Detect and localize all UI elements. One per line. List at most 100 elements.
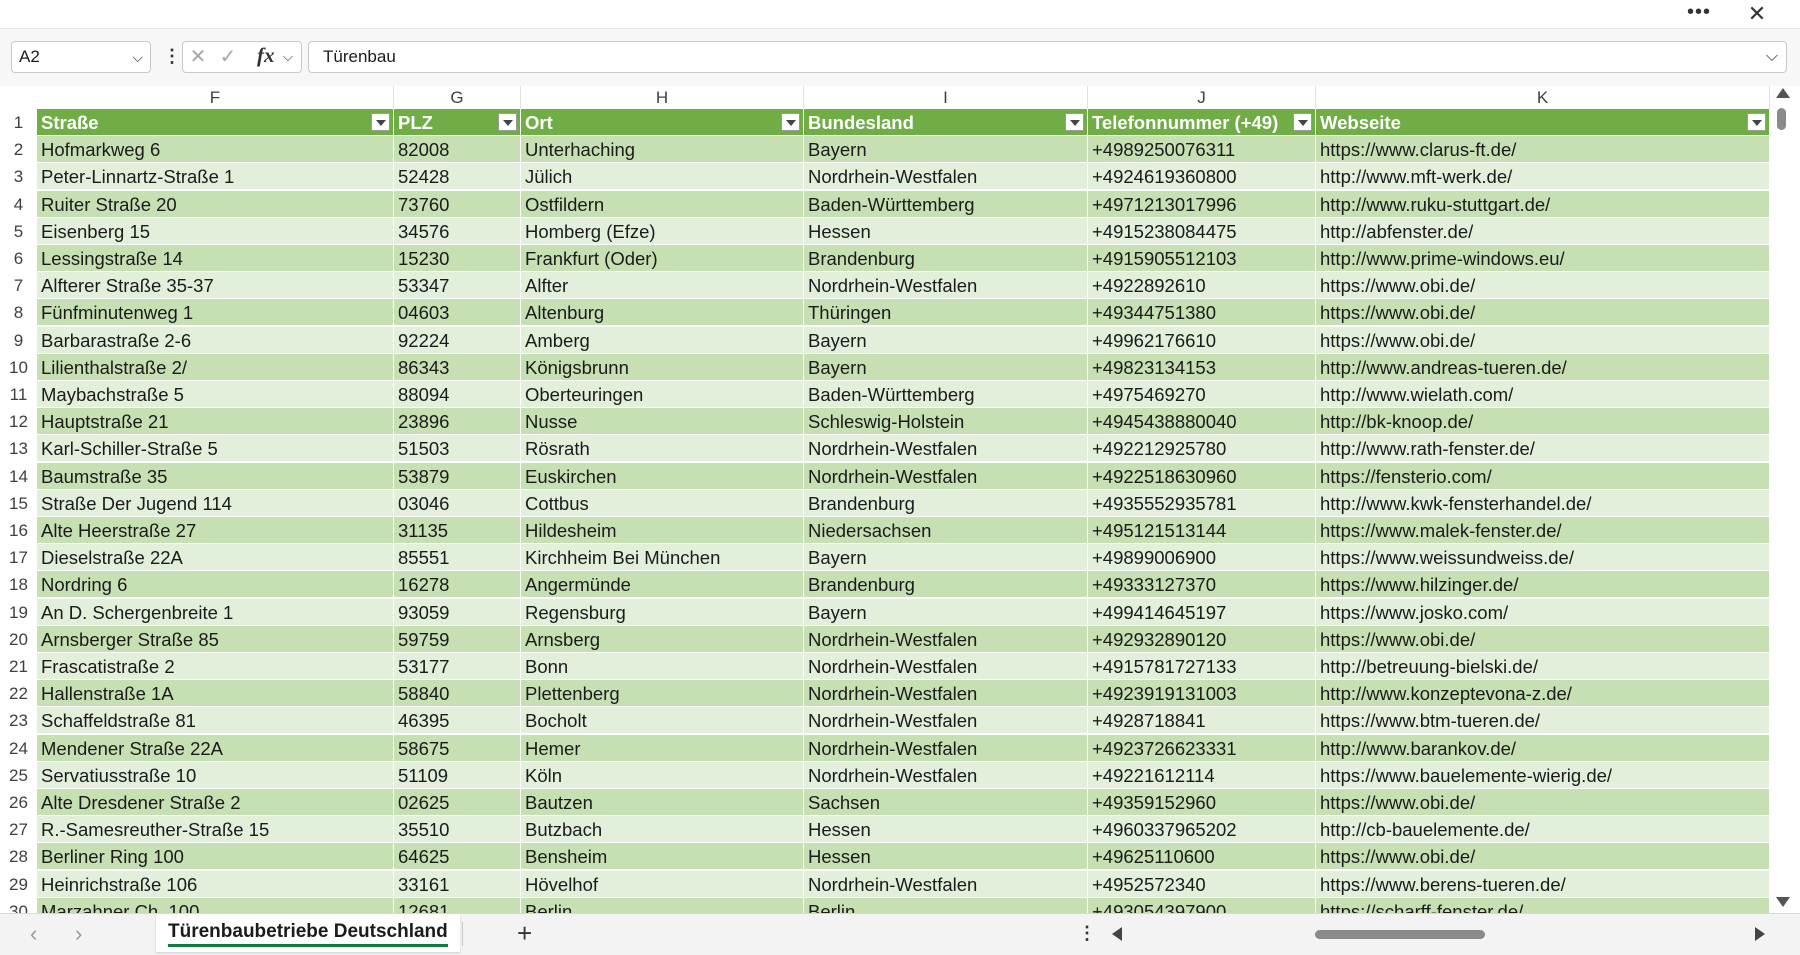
table-cell[interactable]: Brandenburg <box>804 245 1088 272</box>
column-header[interactable]: F <box>37 86 394 109</box>
table-cell[interactable]: 04603 <box>394 299 521 327</box>
table-cell[interactable]: http://www.kwk-fensterhandel.de/ <box>1316 489 1770 517</box>
table-cell[interactable]: Angermünde <box>521 571 804 599</box>
table-cell[interactable]: +4915238084475 <box>1088 217 1316 245</box>
table-cell[interactable]: Fünfminutenweg 1 <box>37 299 394 327</box>
table-cell[interactable]: 34576 <box>394 217 521 245</box>
table-cell[interactable]: https://scharff-fenster.de/ <box>1316 897 1770 913</box>
table-cell[interactable]: https://www.malek-fenster.de/ <box>1316 517 1770 544</box>
table-cell[interactable]: Hauptstraße 21 <box>37 408 394 436</box>
vertical-scroll-thumb[interactable] <box>1777 108 1786 130</box>
table-cell[interactable]: 15230 <box>394 245 521 272</box>
table-cell[interactable]: Peter-Linnartz-Straße 1 <box>37 163 394 191</box>
row-number[interactable]: 18 <box>0 571 37 599</box>
table-cell[interactable]: Köln <box>521 761 804 789</box>
table-cell[interactable]: Hessen <box>804 816 1088 844</box>
table-cell[interactable]: 73760 <box>394 190 521 218</box>
table-cell[interactable]: https://www.clarus-ft.de/ <box>1316 136 1770 164</box>
table-cell[interactable]: http://www.wielath.com/ <box>1316 381 1770 408</box>
table-cell[interactable]: Barbarastraße 2-6 <box>37 326 394 354</box>
scroll-up-icon[interactable] <box>1776 88 1790 98</box>
table-header-cell[interactable]: Telefonnummer (+49) <box>1088 109 1316 136</box>
table-cell[interactable]: https://www.obi.de/ <box>1316 299 1770 327</box>
table-cell[interactable]: 64625 <box>394 843 521 871</box>
column-header[interactable]: I <box>804 86 1088 109</box>
table-cell[interactable]: https://www.obi.de/ <box>1316 789 1770 816</box>
row-number[interactable]: 17 <box>0 544 37 572</box>
table-cell[interactable]: 23896 <box>394 408 521 436</box>
table-cell[interactable]: http://www.prime-windows.eu/ <box>1316 245 1770 272</box>
table-cell[interactable]: Nordrhein-Westfalen <box>804 734 1088 762</box>
previous-sheet-icon[interactable]: ‹ <box>30 920 37 948</box>
table-cell[interactable]: Ruiter Straße 20 <box>37 190 394 218</box>
horizontal-scroll-thumb[interactable] <box>1315 930 1485 939</box>
add-sheet-button[interactable]: + <box>517 918 532 948</box>
row-number[interactable]: 13 <box>0 435 37 463</box>
expand-formula-icon[interactable]: ⌵ <box>1766 42 1778 72</box>
close-icon[interactable]: ✕ <box>1740 2 1774 26</box>
filter-dropdown-icon[interactable] <box>1747 113 1766 131</box>
table-cell[interactable]: http://www.barankov.de/ <box>1316 734 1770 762</box>
table-cell[interactable]: Nordrhein-Westfalen <box>804 272 1088 300</box>
more-options-icon[interactable]: ••• <box>1682 2 1716 26</box>
table-cell[interactable]: +49333127370 <box>1088 571 1316 599</box>
column-header[interactable]: J <box>1088 86 1316 109</box>
table-cell[interactable]: Arnsberger Straße 85 <box>37 625 394 653</box>
table-cell[interactable]: Alte Heerstraße 27 <box>37 517 394 544</box>
table-cell[interactable]: +4923726623331 <box>1088 734 1316 762</box>
table-cell[interactable]: http://betreuung-bielski.de/ <box>1316 653 1770 680</box>
row-number[interactable]: 14 <box>0 462 37 490</box>
table-cell[interactable]: Nordrhein-Westfalen <box>804 462 1088 490</box>
column-header[interactable]: K <box>1316 86 1770 109</box>
table-cell[interactable]: Nordrhein-Westfalen <box>804 625 1088 653</box>
table-cell[interactable]: +4971213017996 <box>1088 190 1316 218</box>
table-cell[interactable]: Nordrhein-Westfalen <box>804 163 1088 191</box>
horizontal-scrollbar[interactable] <box>1130 925 1750 943</box>
table-cell[interactable]: +4975469270 <box>1088 381 1316 408</box>
formula-input[interactable]: Türenbau ⌵ <box>308 41 1787 73</box>
table-cell[interactable]: 51503 <box>394 435 521 463</box>
table-cell[interactable]: 16278 <box>394 571 521 599</box>
confirm-icon[interactable]: ✓ <box>215 44 241 70</box>
table-cell[interactable]: +492932890120 <box>1088 625 1316 653</box>
filter-dropdown-icon[interactable] <box>1293 113 1312 131</box>
table-cell[interactable]: +4924619360800 <box>1088 163 1316 191</box>
row-number[interactable]: 9 <box>0 326 37 354</box>
table-cell[interactable]: https://www.josko.com/ <box>1316 598 1770 626</box>
table-cell[interactable]: 31135 <box>394 517 521 544</box>
table-cell[interactable]: Baumstraße 35 <box>37 462 394 490</box>
filter-dropdown-icon[interactable] <box>781 113 800 131</box>
table-cell[interactable]: 12681 <box>394 897 521 913</box>
table-cell[interactable]: +495121513144 <box>1088 517 1316 544</box>
table-cell[interactable]: Dieselstraße 22A <box>37 544 394 572</box>
table-cell[interactable]: Frascatistraße 2 <box>37 653 394 680</box>
table-cell[interactable]: Hessen <box>804 217 1088 245</box>
table-cell[interactable]: 52428 <box>394 163 521 191</box>
row-number[interactable]: 21 <box>0 653 37 680</box>
table-cell[interactable]: 58840 <box>394 680 521 708</box>
row-number[interactable]: 1 <box>0 109 37 136</box>
table-cell[interactable]: +493054397900 <box>1088 897 1316 913</box>
table-cell[interactable]: +49359152960 <box>1088 789 1316 816</box>
table-cell[interactable]: https://www.berens-tueren.de/ <box>1316 870 1770 898</box>
table-cell[interactable]: http://www.andreas-tueren.de/ <box>1316 353 1770 381</box>
table-cell[interactable]: Eisenberg 15 <box>37 217 394 245</box>
table-header-cell[interactable]: PLZ <box>394 109 521 136</box>
table-cell[interactable]: 58675 <box>394 734 521 762</box>
table-cell[interactable]: 51109 <box>394 761 521 789</box>
table-cell[interactable]: +4989250076311 <box>1088 136 1316 164</box>
table-cell[interactable]: 59759 <box>394 625 521 653</box>
table-cell[interactable]: Frankfurt (Oder) <box>521 245 804 272</box>
table-cell[interactable]: http://bk-knoop.de/ <box>1316 408 1770 436</box>
row-number[interactable]: 25 <box>0 761 37 789</box>
table-cell[interactable]: Alfterer Straße 35-37 <box>37 272 394 300</box>
table-header-cell[interactable]: Ort <box>521 109 804 136</box>
row-number[interactable]: 27 <box>0 816 37 844</box>
table-cell[interactable]: Hildesheim <box>521 517 804 544</box>
row-number[interactable]: 19 <box>0 598 37 626</box>
name-box[interactable]: A2 ⌵ <box>11 41 151 73</box>
table-cell[interactable]: +4935552935781 <box>1088 489 1316 517</box>
table-cell[interactable]: https://fensterio.com/ <box>1316 462 1770 490</box>
vertical-dots-icon[interactable]: ⋮ <box>1078 919 1096 947</box>
table-cell[interactable]: 53879 <box>394 462 521 490</box>
